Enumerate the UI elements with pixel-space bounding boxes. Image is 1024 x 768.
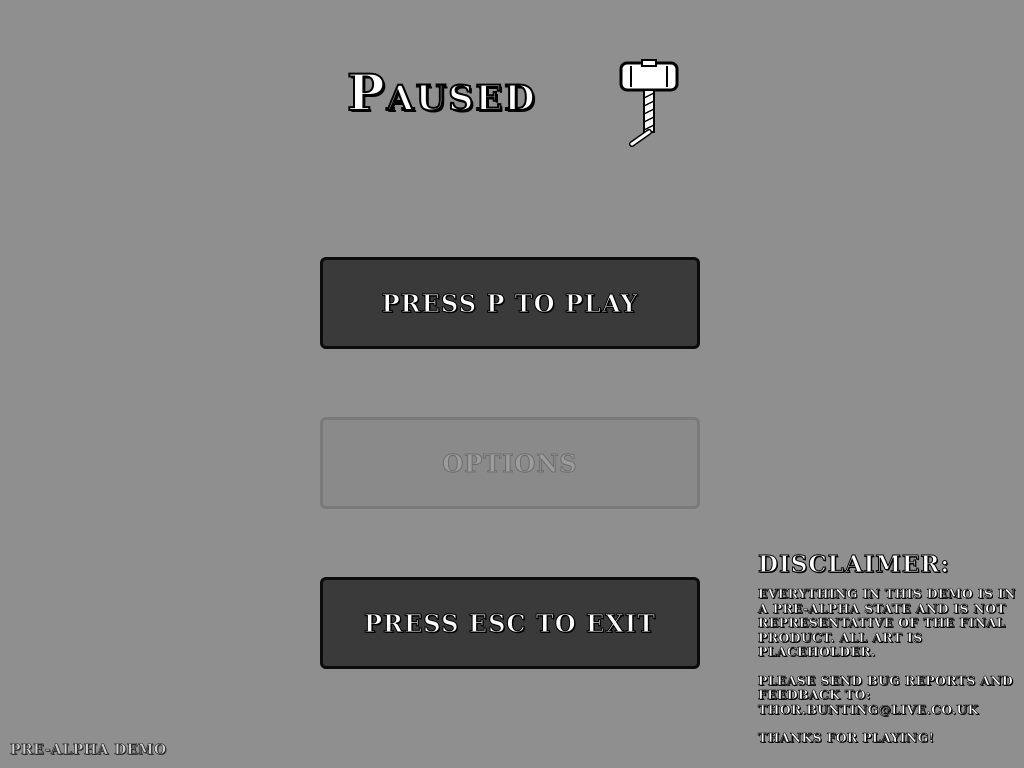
disclaimer-body: Everything in this demo is in a pre-alph… [758,586,1016,660]
options-button[interactable]: Options [320,417,700,509]
play-button[interactable]: Press P to Play [320,257,700,349]
pause-screen: Paused Press P to Play Options Press ESC… [0,0,1024,768]
disclaimer-feedback: Please send bug reports and feedback to:… [758,672,1014,717]
disclaimer-heading: Disclaimer: [758,551,950,578]
build-label: Pre-Alpha Demo [10,742,167,759]
disclaimer-panel: Disclaimer: Everything in this demo is i… [758,551,1020,760]
exit-button[interactable]: Press ESC to Exit [320,577,700,669]
page-title: Paused [346,63,537,122]
hammer-icon [619,59,679,147]
disclaimer-thanks: Thanks for playing! [758,730,935,746]
